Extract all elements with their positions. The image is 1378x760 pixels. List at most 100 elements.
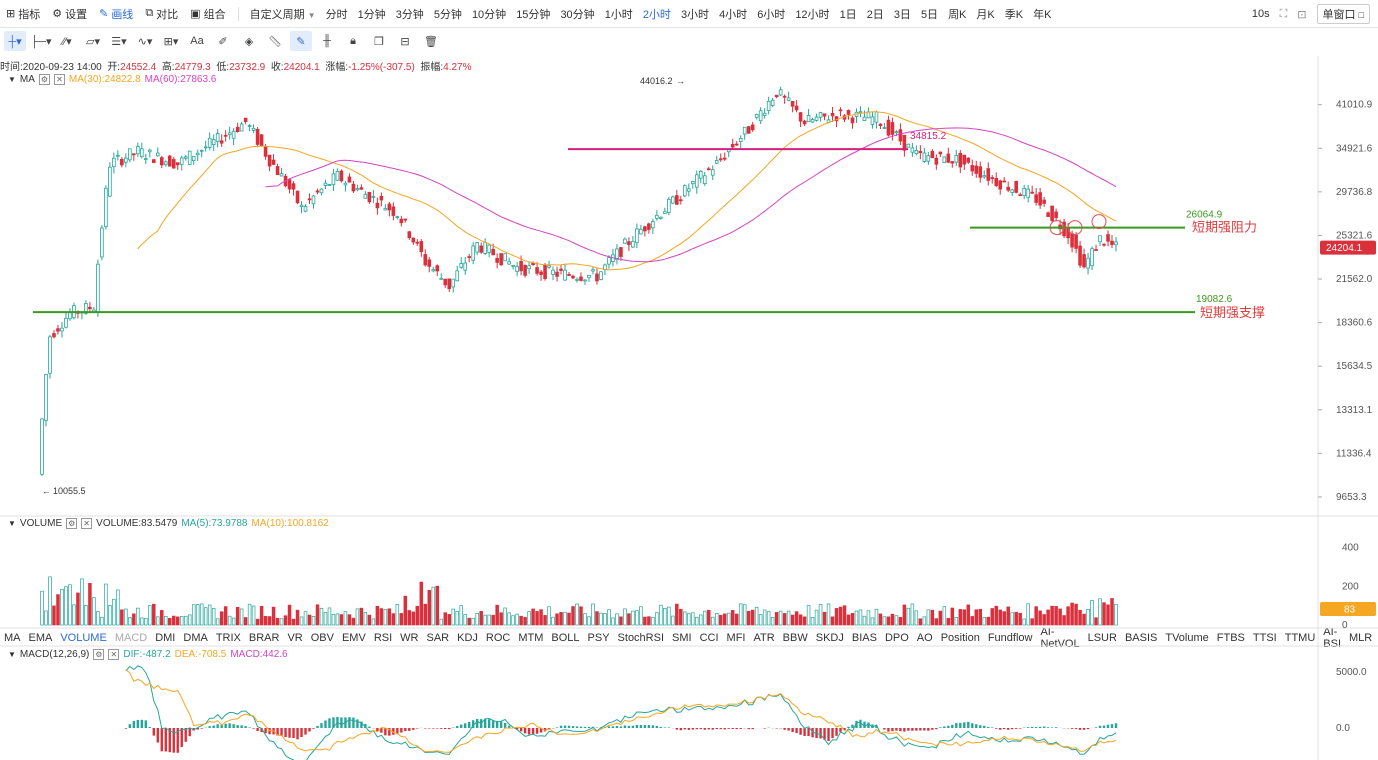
close-icon[interactable]: ✕: [108, 649, 120, 660]
indicator-tab-cci[interactable]: CCI: [700, 632, 719, 644]
period-5[interactable]: 15分钟: [516, 6, 550, 22]
period-13[interactable]: 1日: [840, 6, 857, 22]
indicator-tab-obv[interactable]: OBV: [311, 632, 334, 644]
indicator-tab-roc[interactable]: ROC: [486, 632, 510, 644]
screenshot-icon[interactable]: ⊟: [394, 31, 416, 51]
indicator-tab-smi[interactable]: SMI: [672, 632, 692, 644]
price-chart[interactable]: 34815.2 26064.9短期强阻力 19082.6短期强支撑 44016.2 → ←…: [0, 0, 1378, 760]
close-icon[interactable]: ✕: [81, 518, 93, 529]
close-icon[interactable]: ✕: [53, 74, 65, 85]
trend-line-icon[interactable]: ⁄⁄▾: [56, 31, 78, 51]
combo-button[interactable]: ▣ 组合: [190, 6, 225, 22]
period-12[interactable]: 12小时: [795, 6, 829, 22]
copy-icon[interactable]: ❐: [368, 31, 390, 51]
gear-icon[interactable]: ⚙: [38, 74, 50, 85]
indicator-tab-basis[interactable]: BASIS: [1125, 632, 1157, 644]
indicator-tab-mtm[interactable]: MTM: [518, 632, 543, 644]
indicator-tab-fundflow[interactable]: Fundflow: [988, 632, 1033, 644]
period-9[interactable]: 3小时: [681, 6, 709, 22]
settings-button[interactable]: ⚙ 设置: [52, 6, 87, 22]
period-1[interactable]: 1分钟: [358, 6, 386, 22]
indicator-tab-macd[interactable]: MACD: [115, 632, 147, 644]
indicator-tab-brar[interactable]: BRAR: [249, 632, 280, 644]
indicator-tab-emv[interactable]: EMV: [342, 632, 366, 644]
period-3[interactable]: 5分钟: [434, 6, 462, 22]
indicator-tab-wr[interactable]: WR: [400, 632, 418, 644]
fullscreen-icon[interactable]: ⛶: [1280, 8, 1288, 21]
indicator-tab-dpo[interactable]: DPO: [885, 632, 909, 644]
window-mode-dropdown[interactable]: 单窗口 □: [1316, 4, 1370, 24]
horizontal-line-icon[interactable]: ├─▾: [30, 31, 52, 51]
indicator-tab-ai-netvol[interactable]: AI-NetVOL: [1040, 626, 1079, 650]
period-6[interactable]: 30分钟: [560, 6, 594, 22]
custom-period-dropdown[interactable]: 自定义周期 ▼: [250, 6, 316, 22]
period-10[interactable]: 4小时: [719, 6, 747, 22]
price-range-icon[interactable]: ╫: [316, 31, 338, 51]
price-tick: 25321.6: [1336, 230, 1373, 241]
period-14[interactable]: 2日: [867, 6, 884, 22]
indicator-tab-dmi[interactable]: DMI: [155, 632, 175, 644]
indicator-tab-ma[interactable]: MA: [4, 632, 21, 644]
indicator-tab-bias[interactable]: BIAS: [852, 632, 877, 644]
period-4[interactable]: 10分钟: [472, 6, 506, 22]
indicator-tab-mlr[interactable]: MLR: [1349, 632, 1372, 644]
ruler-icon[interactable]: 📏︎: [264, 31, 286, 51]
period-15[interactable]: 3日: [894, 6, 911, 22]
collapse-icon[interactable]: ▼: [8, 650, 16, 659]
popout-icon[interactable]: ⊡: [1297, 8, 1306, 21]
grid-icon[interactable]: ⊞▾: [160, 31, 182, 51]
indicator-tab-stochrsi[interactable]: StochRSI: [618, 632, 664, 644]
indicator-tab-tvolume[interactable]: TVolume: [1165, 632, 1208, 644]
indicator-tab-mfi[interactable]: MFI: [727, 632, 746, 644]
indicator-tab-bbw[interactable]: BBW: [783, 632, 808, 644]
fib-icon[interactable]: ☰▾: [108, 31, 130, 51]
magnet-icon[interactable]: ✎: [290, 31, 312, 51]
indicator-button[interactable]: ⊞ 指标: [6, 6, 40, 22]
indicator-tab-ao[interactable]: AO: [917, 632, 933, 644]
indicator-tab-vr[interactable]: VR: [287, 632, 302, 644]
gear-icon[interactable]: ⚙: [93, 649, 105, 660]
collapse-icon[interactable]: ▼: [8, 75, 16, 84]
indicator-tab-atr[interactable]: ATR: [753, 632, 774, 644]
indicator-tab-trix[interactable]: TRIX: [216, 632, 241, 644]
indicator-tab-dma[interactable]: DMA: [183, 632, 207, 644]
indicator-tab-volume[interactable]: VOLUME: [60, 632, 106, 644]
indicator-tab-kdj[interactable]: KDJ: [457, 632, 478, 644]
period-8[interactable]: 2小时: [643, 6, 671, 22]
period-2[interactable]: 3分钟: [396, 6, 424, 22]
period-19[interactable]: 季K: [1005, 6, 1023, 22]
indicator-tab-ai-bsi[interactable]: AI-BSI: [1323, 626, 1341, 650]
indicator-tab-psy[interactable]: PSY: [588, 632, 610, 644]
period-7[interactable]: 1小时: [605, 6, 633, 22]
collapse-icon[interactable]: ▼: [8, 519, 16, 528]
period-20[interactable]: 年K: [1033, 6, 1051, 22]
period-16[interactable]: 5日: [921, 6, 938, 22]
volume-bar: [311, 615, 316, 626]
draw-button[interactable]: ✎ 画线: [99, 6, 133, 22]
trash-icon[interactable]: 🗑︎: [420, 31, 442, 51]
indicator-tab-ema[interactable]: EMA: [29, 632, 53, 644]
indicator-tab-ttmu[interactable]: TTMU: [1285, 632, 1316, 644]
eraser-icon[interactable]: ◈: [238, 31, 260, 51]
indicator-tab-lsur[interactable]: LSUR: [1088, 632, 1117, 644]
indicator-tab-skdj[interactable]: SKDJ: [816, 632, 844, 644]
period-11[interactable]: 6小时: [757, 6, 785, 22]
indicator-tab-ttsi[interactable]: TTSI: [1253, 632, 1277, 644]
period-18[interactable]: 月K: [976, 6, 994, 22]
crosshair-icon[interactable]: ┼▾: [4, 31, 26, 51]
period-0[interactable]: 分时: [326, 6, 348, 22]
shape-icon[interactable]: ▱▾: [82, 31, 104, 51]
period-17[interactable]: 周K: [948, 6, 966, 22]
compare-button[interactable]: ⧉ 对比: [145, 6, 178, 22]
indicator-tab-rsi[interactable]: RSI: [374, 632, 392, 644]
lock-icon[interactable]: 🔒︎: [342, 31, 364, 51]
indicator-tab-position[interactable]: Position: [941, 632, 980, 644]
wave-icon[interactable]: ∿▾: [134, 31, 156, 51]
refresh-interval[interactable]: 10s: [1252, 8, 1270, 20]
indicator-tab-boll[interactable]: BOLL: [551, 632, 579, 644]
indicator-tab-ftbs[interactable]: FTBS: [1217, 632, 1245, 644]
gear-icon[interactable]: ⚙: [66, 518, 78, 529]
text-icon[interactable]: Aa: [186, 31, 208, 51]
brush-icon[interactable]: ✐: [212, 31, 234, 51]
indicator-tab-sar[interactable]: SAR: [426, 632, 449, 644]
